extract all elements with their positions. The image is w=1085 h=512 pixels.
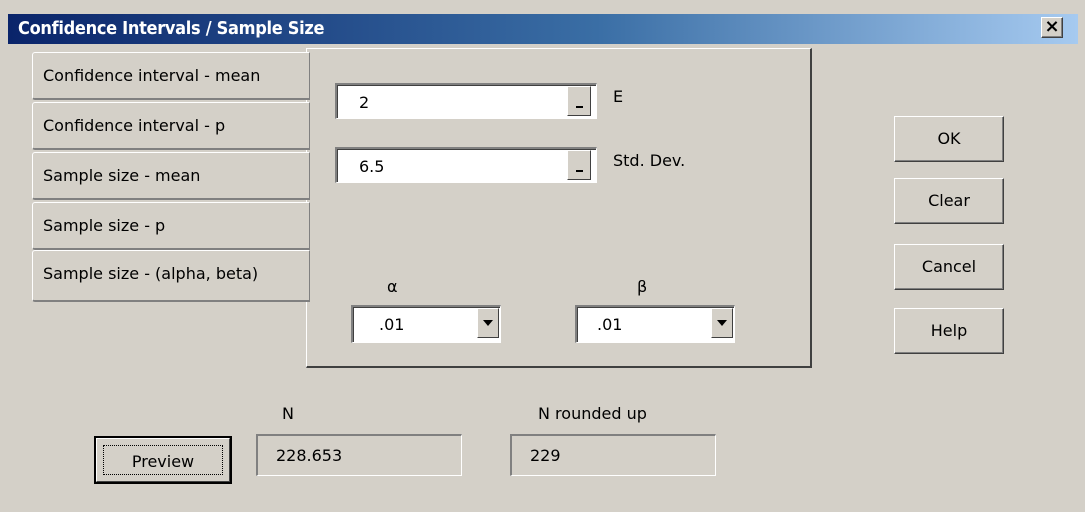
tab-ci-mean[interactable]: Confidence interval - mean <box>32 52 310 100</box>
std-dev-value: 6.5 <box>359 157 385 176</box>
n-rounded-value: 229 <box>530 446 561 465</box>
beta-label: β <box>637 277 648 296</box>
tab-sample-size-p[interactable]: Sample size - p <box>32 202 310 250</box>
n-rounded-label: N rounded up <box>538 404 647 423</box>
e-label: E <box>613 87 624 106</box>
tab-ci-mean-label: Confidence interval - mean <box>43 66 261 85</box>
tab-sample-size-alpha-beta[interactable]: Sample size - (alpha, beta) <box>32 250 310 302</box>
tab-ci-p[interactable]: Confidence interval - p <box>32 102 310 150</box>
beta-dropdown-icon[interactable] <box>711 308 733 338</box>
alpha-dropdown-icon[interactable] <box>477 308 499 338</box>
e-input[interactable]: 2 <box>335 83 597 119</box>
beta-select[interactable]: .01 <box>575 305 735 343</box>
std-dev-input[interactable]: 6.5 <box>335 147 597 183</box>
n-label: N <box>282 404 294 423</box>
close-icon[interactable]: × <box>1041 17 1063 38</box>
alpha-label: α <box>387 277 398 296</box>
tab-sample-size-mean[interactable]: Sample size - mean <box>32 152 310 200</box>
tab-panel: 2 E 6.5 Std. Dev. α .01 β .01 <box>306 48 812 368</box>
ok-button[interactable]: OK <box>894 116 1004 162</box>
e-value: 2 <box>359 93 370 112</box>
std-dev-spin-button[interactable] <box>567 150 591 180</box>
window-title: Confidence Intervals / Sample Size <box>18 18 325 39</box>
beta-selected: .01 <box>597 315 623 334</box>
n-rounded-output: 229 <box>510 434 716 476</box>
clear-button[interactable]: Clear <box>894 178 1004 224</box>
preview-button[interactable]: Preview <box>94 436 232 484</box>
alpha-selected: .01 <box>379 315 405 334</box>
tab-sample-size-alpha-beta-label: Sample size - (alpha, beta) <box>43 264 259 283</box>
tab-sample-size-mean-label: Sample size - mean <box>43 166 201 185</box>
n-value: 228.653 <box>276 446 343 465</box>
preview-button-label: Preview <box>103 445 223 475</box>
title-bar: Confidence Intervals / Sample Size <box>8 14 1078 44</box>
tab-sample-size-p-label: Sample size - p <box>43 216 166 235</box>
e-spin-button[interactable] <box>567 86 591 116</box>
std-dev-label: Std. Dev. <box>613 151 686 170</box>
alpha-select[interactable]: .01 <box>351 305 501 343</box>
preview-button-frame: Preview <box>96 438 230 482</box>
help-button[interactable]: Help <box>894 308 1004 354</box>
n-output: 228.653 <box>256 434 462 476</box>
tab-ci-p-label: Confidence interval - p <box>43 116 226 135</box>
cancel-button[interactable]: Cancel <box>894 244 1004 290</box>
